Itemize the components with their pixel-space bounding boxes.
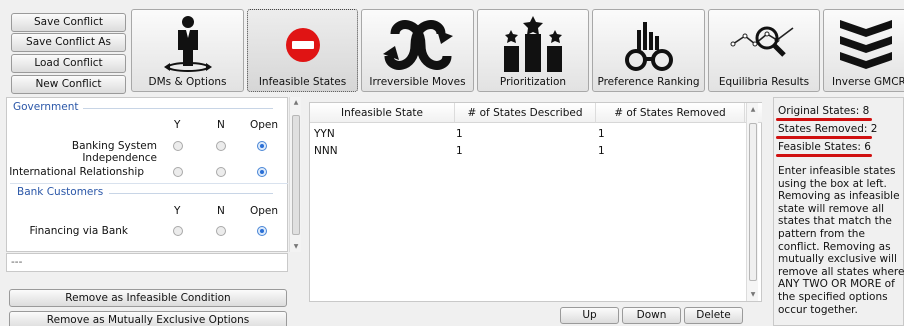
no-entry-icon <box>285 28 320 62</box>
tab-inverse-gmcr[interactable]: Inverse GMCR <box>823 9 904 92</box>
feasible-states-count: Feasible States: 6 <box>778 141 871 153</box>
scroll-up-icon[interactable]: ▲ <box>290 99 302 106</box>
column-y: Y <box>174 119 181 131</box>
radio-n[interactable] <box>216 141 226 151</box>
decision-maker-icon <box>163 16 212 72</box>
tab-irreversible-moves[interactable]: Irreversible Moves <box>361 9 474 92</box>
scroll-thumb[interactable] <box>749 123 757 281</box>
cell-state: NNN <box>314 145 338 157</box>
highlight-underline <box>776 118 872 121</box>
radio-open[interactable] <box>257 141 267 151</box>
column-header[interactable]: # of States Described <box>455 103 596 123</box>
group-divider <box>10 183 288 184</box>
load-conflict-button[interactable]: Load Conflict <box>11 54 126 73</box>
loop-arrows-icon <box>382 20 453 70</box>
group-legend: Government <box>13 101 79 113</box>
tab-equilibria-results-label: Equilibria Results <box>718 76 810 88</box>
group-divider <box>83 108 273 109</box>
move-down-button[interactable]: Down <box>622 307 681 324</box>
cell-state: YYN <box>314 128 335 140</box>
tab-infeasible-states-label: Infeasible States <box>258 76 347 88</box>
infeasible-states-table: Infeasible State # of States Described #… <box>309 102 762 302</box>
group-divider <box>109 193 273 194</box>
radio-n[interactable] <box>216 167 226 177</box>
move-up-button[interactable]: Up <box>560 307 619 324</box>
magnifier-chart-icon <box>730 26 794 57</box>
new-conflict-button[interactable]: New Conflict <box>11 75 126 94</box>
option-label: Banking System Independence <box>71 140 157 164</box>
column-n: N <box>217 205 225 217</box>
group-legend: Bank Customers <box>17 186 104 198</box>
column-y: Y <box>174 205 181 217</box>
column-header[interactable]: Infeasible State <box>310 103 455 123</box>
help-text: Enter infeasible states using the box at… <box>778 165 904 316</box>
remove-infeasible-button[interactable]: Remove as Infeasible Condition <box>9 289 287 307</box>
option-label: International Relationship <box>9 166 144 178</box>
remove-exclusive-button[interactable]: Remove as Mutually Exclusive Options <box>9 311 287 326</box>
scroll-down-icon[interactable]: ▼ <box>290 243 302 250</box>
save-conflict-as-button[interactable]: Save Conflict As <box>11 33 126 52</box>
tab-prioritization-label: Prioritization <box>499 76 567 88</box>
column-header[interactable]: # of States Removed <box>596 103 745 123</box>
original-states-count: Original States: 8 <box>778 105 870 117</box>
save-conflict-button[interactable]: Save Conflict <box>11 13 126 32</box>
tab-equilibria-results[interactable]: Equilibria Results <box>708 9 820 92</box>
highlight-underline <box>776 154 872 157</box>
cell-removed: 1 <box>598 128 605 140</box>
cell-described: 1 <box>456 145 463 157</box>
options-scrollbar[interactable]: ▲ ▼ <box>289 97 301 252</box>
tab-prioritization[interactable]: Prioritization <box>477 9 589 92</box>
radio-y[interactable] <box>173 167 183 177</box>
option-label: Financing via Bank <box>29 225 128 237</box>
tab-inverse-gmcr-label: Inverse GMCR <box>832 76 904 88</box>
glasses-chart-icon <box>624 22 673 71</box>
delete-button[interactable]: Delete <box>684 307 743 324</box>
cell-described: 1 <box>456 128 463 140</box>
states-removed-count: States Removed: 2 <box>778 123 878 135</box>
tab-preference-ranking[interactable]: Preference Ranking <box>592 9 705 92</box>
option-selection-panel: Government Y N Open Banking System Indep… <box>6 97 288 252</box>
summary-panel: Original States: 8 States Removed: 2 Fea… <box>773 97 904 326</box>
cell-removed: 1 <box>598 145 605 157</box>
radio-y[interactable] <box>173 226 183 236</box>
highlight-underline <box>776 136 872 139</box>
scroll-thumb[interactable] <box>292 115 300 235</box>
tab-dms-options[interactable]: DMs & Options <box>131 9 244 92</box>
column-open: Open <box>250 205 279 217</box>
podium-stars-icon <box>504 16 562 72</box>
tab-irreversible-moves-label: Irreversible Moves <box>369 76 466 88</box>
scroll-down-icon[interactable]: ▼ <box>747 291 759 298</box>
tab-dms-options-label: DMs & Options <box>148 76 227 88</box>
column-n: N <box>217 119 225 131</box>
scroll-up-icon[interactable]: ▲ <box>747 106 759 113</box>
column-open: Open <box>250 119 279 131</box>
radio-n[interactable] <box>216 226 226 236</box>
radio-open[interactable] <box>257 226 267 236</box>
chevrons-down-icon <box>840 20 892 69</box>
radio-y[interactable] <box>173 141 183 151</box>
table-scrollbar[interactable]: ▲ ▼ <box>746 103 758 301</box>
state-pattern-field[interactable]: --- <box>6 253 288 272</box>
radio-open[interactable] <box>257 167 267 177</box>
tab-preference-ranking-label: Preference Ranking <box>597 76 700 88</box>
tab-infeasible-states[interactable]: Infeasible States <box>247 9 358 92</box>
